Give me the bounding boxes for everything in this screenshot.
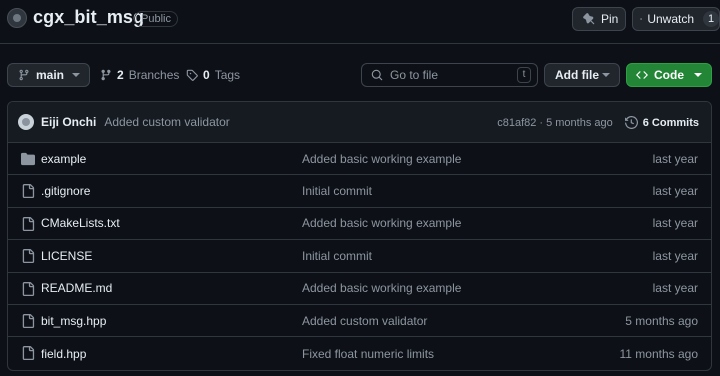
file-row[interactable]: README.md Added basic working example last… bbox=[8, 273, 711, 305]
file-icon bbox=[21, 281, 35, 296]
commit-author-avatar[interactable] bbox=[18, 114, 34, 130]
file-list: example Added basic working example last y… bbox=[8, 143, 711, 370]
shortcut-key: t bbox=[517, 67, 531, 83]
file-icon bbox=[21, 313, 35, 328]
file-commit-date: last year bbox=[652, 151, 698, 166]
file-commit-date: last year bbox=[652, 248, 698, 263]
file-commit-date: last year bbox=[652, 281, 698, 296]
file-name[interactable]: CMakeLists.txt bbox=[41, 216, 120, 230]
file-icon bbox=[21, 346, 35, 361]
file-commit-date: 11 months ago bbox=[619, 346, 699, 361]
chevron-down-icon bbox=[694, 73, 702, 77]
branch-icon bbox=[101, 69, 111, 81]
add-file-button[interactable]: Add file bbox=[544, 63, 620, 87]
file-commit-message[interactable]: Initial commit bbox=[302, 249, 372, 263]
file-commit-date: last year bbox=[652, 184, 698, 199]
file-name[interactable]: field.hpp bbox=[41, 347, 86, 361]
commit-time: 5 months ago bbox=[546, 116, 613, 129]
branch-selector[interactable]: main bbox=[7, 63, 90, 87]
file-commit-message[interactable]: Added basic working example bbox=[302, 281, 461, 295]
file-row[interactable]: CMakeLists.txt Added basic working exampl… bbox=[8, 208, 711, 241]
code-button[interactable]: Code bbox=[626, 63, 712, 87]
file-commit-message[interactable]: Added custom validator bbox=[302, 314, 427, 328]
code-icon bbox=[636, 71, 648, 79]
file-commit-message[interactable]: Initial commit bbox=[302, 184, 372, 198]
file-table: Eiji Onchi Added custom validator c81af8… bbox=[7, 101, 712, 371]
file-commit-message[interactable]: Added basic working example bbox=[302, 216, 461, 230]
visibility-badge: Public bbox=[134, 11, 178, 27]
file-row[interactable]: field.hpp Fixed float numeric limits 11 mo… bbox=[8, 337, 711, 369]
file-row[interactable]: LICENSE Initial commit last year bbox=[8, 240, 711, 273]
file-icon bbox=[21, 216, 35, 231]
chevron-down-icon bbox=[602, 73, 610, 77]
pin-icon bbox=[583, 13, 595, 25]
file-commit-date: last year bbox=[652, 216, 698, 231]
commit-separator: · bbox=[539, 116, 544, 129]
file-name[interactable]: README.md bbox=[41, 281, 112, 295]
commits-link[interactable]: 6 Commits bbox=[624, 116, 699, 129]
commit-meta: c81af82 · 5 months ago 6 Commits bbox=[497, 102, 699, 143]
watch-counter: 1 bbox=[703, 11, 719, 27]
file-row[interactable]: bit_msg.hpp Added custom validator 5 month… bbox=[8, 305, 711, 338]
search-icon bbox=[371, 69, 383, 81]
file-name[interactable]: bit_msg.hpp bbox=[41, 314, 106, 328]
unwatch-button[interactable]: Unwatch 1 bbox=[632, 7, 720, 31]
branches-count: 2 bbox=[117, 68, 124, 82]
file-name[interactable]: .gitignore bbox=[41, 184, 90, 198]
owner-avatar[interactable] bbox=[7, 8, 27, 28]
folder-icon bbox=[21, 152, 35, 166]
file-icon bbox=[21, 249, 35, 264]
pin-label: Pin bbox=[601, 12, 619, 26]
add-file-label: Add file bbox=[555, 68, 599, 82]
branches-link[interactable]: 2 Branches bbox=[100, 68, 179, 82]
file-commit-message[interactable]: Added basic working example bbox=[302, 152, 461, 166]
file-name[interactable]: example bbox=[41, 152, 86, 166]
file-icon bbox=[21, 184, 35, 199]
repo-name[interactable]: cgx_bit_msg bbox=[33, 7, 144, 28]
commit-author[interactable]: Eiji Onchi bbox=[41, 115, 96, 129]
branch-name: main bbox=[36, 68, 65, 82]
file-commit-message[interactable]: Fixed float numeric limits bbox=[302, 347, 434, 361]
commits-label: 6 Commits bbox=[642, 116, 699, 129]
eye-icon bbox=[640, 18, 643, 20]
tags-link[interactable]: 0 Tags bbox=[186, 68, 240, 82]
repo-header: cgx_bit_msg Public Pin Unwatch 1 bbox=[0, 0, 720, 44]
go-to-file-placeholder: Go to file bbox=[390, 68, 439, 82]
branch-icon bbox=[19, 69, 29, 81]
go-to-file-input[interactable]: Go to file t bbox=[361, 63, 538, 87]
unwatch-label: Unwatch bbox=[647, 12, 694, 26]
tags-count: 0 bbox=[203, 68, 210, 82]
latest-commit-bar: Eiji Onchi Added custom validator c81af8… bbox=[8, 102, 711, 143]
pin-button[interactable]: Pin bbox=[572, 7, 626, 31]
branches-label: Branches bbox=[128, 68, 180, 82]
file-name[interactable]: LICENSE bbox=[41, 249, 92, 263]
file-row[interactable]: example Added basic working example last y… bbox=[8, 143, 711, 176]
history-icon bbox=[624, 116, 638, 129]
file-commit-date: 5 months ago bbox=[625, 313, 698, 328]
commit-hash[interactable]: c81af82 bbox=[497, 117, 536, 129]
file-row[interactable]: .gitignore Initial commit last year bbox=[8, 175, 711, 208]
chevron-down-icon bbox=[72, 73, 80, 77]
tags-label: Tags bbox=[214, 68, 241, 82]
tag-icon bbox=[186, 69, 198, 81]
code-label: Code bbox=[654, 68, 684, 82]
commit-message[interactable]: Added custom validator bbox=[104, 115, 229, 129]
